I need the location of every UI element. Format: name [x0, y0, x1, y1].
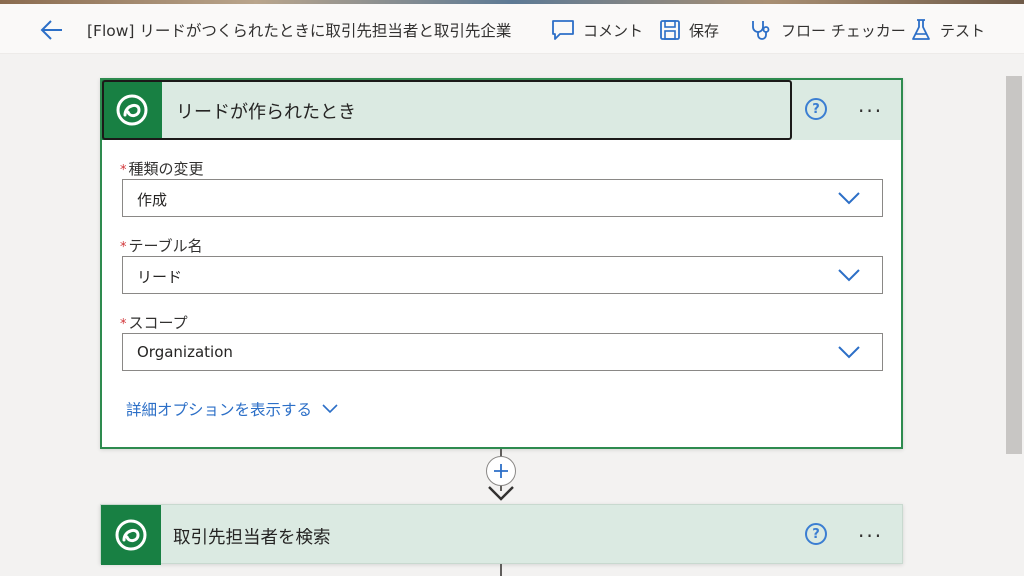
scope-label: * スコープ: [120, 314, 188, 332]
comment-button[interactable]: コメント: [551, 17, 643, 43]
command-bar: [Flow] リードがつくられたときに取引先担当者と取引先企業 コメント 保存 …: [0, 4, 1024, 54]
flask-icon: [912, 19, 930, 40]
chevron-down-icon: [322, 404, 338, 414]
trigger-more-options-button[interactable]: ···: [858, 101, 883, 121]
scrollbar-thumb[interactable]: [1006, 76, 1022, 454]
change-type-dropdown[interactable]: 作成: [122, 179, 883, 217]
required-marker: *: [120, 163, 127, 178]
chevron-down-icon: [838, 269, 860, 282]
save-icon: [660, 20, 680, 40]
arrow-left-icon: [40, 20, 62, 40]
back-button[interactable]: [38, 16, 66, 44]
table-name-value: リード: [137, 268, 183, 286]
save-label: 保存: [689, 21, 720, 40]
arrow-down-icon: [488, 486, 514, 501]
trigger-help-icon[interactable]: ?: [805, 98, 827, 120]
action-more-options-button[interactable]: ···: [858, 526, 883, 546]
table-name-dropdown[interactable]: リード: [122, 256, 883, 294]
plus-icon: [494, 464, 508, 478]
flow-checker-button[interactable]: フロー チェッカー: [749, 17, 906, 43]
trigger-card: リードが作られたとき ? ··· * 種類の変更 作成 * テーブル名 リード * ス…: [100, 78, 903, 449]
change-type-value: 作成: [137, 191, 168, 209]
save-button[interactable]: 保存: [659, 17, 719, 43]
test-button[interactable]: テスト: [910, 17, 985, 43]
scope-value: Organization: [137, 343, 233, 361]
trigger-title: リードが作られたとき: [176, 102, 356, 123]
stethoscope-icon: [752, 21, 770, 40]
dataverse-logo: [101, 505, 161, 565]
comment-icon: [552, 20, 574, 40]
required-marker: *: [120, 240, 127, 255]
flow-connector-line: [500, 564, 502, 576]
show-advanced-options-link[interactable]: 詳細オプションを表示する: [126, 398, 338, 420]
table-name-label: * テーブル名: [120, 237, 203, 255]
flow-checker-label: フロー チェッカー: [781, 21, 906, 40]
action-card-search-contacts[interactable]: 取引先担当者を検索 ? ···: [100, 504, 903, 565]
scope-dropdown[interactable]: Organization: [122, 333, 883, 371]
action-title: 取引先担当者を検索: [173, 528, 331, 548]
chevron-down-icon: [838, 346, 860, 359]
required-marker: *: [120, 317, 127, 332]
flow-title: [Flow] リードがつくられたときに取引先担当者と取引先企業: [87, 22, 512, 40]
advanced-options-label: 詳細オプションを表示する: [126, 401, 313, 419]
comment-label: コメント: [583, 21, 644, 40]
chevron-down-icon: [838, 192, 860, 205]
dataverse-icon: [115, 519, 147, 551]
insert-step-button[interactable]: [486, 456, 516, 486]
test-label: テスト: [940, 21, 986, 40]
change-type-label: * 種類の変更: [120, 160, 204, 178]
action-help-icon[interactable]: ?: [805, 523, 827, 545]
